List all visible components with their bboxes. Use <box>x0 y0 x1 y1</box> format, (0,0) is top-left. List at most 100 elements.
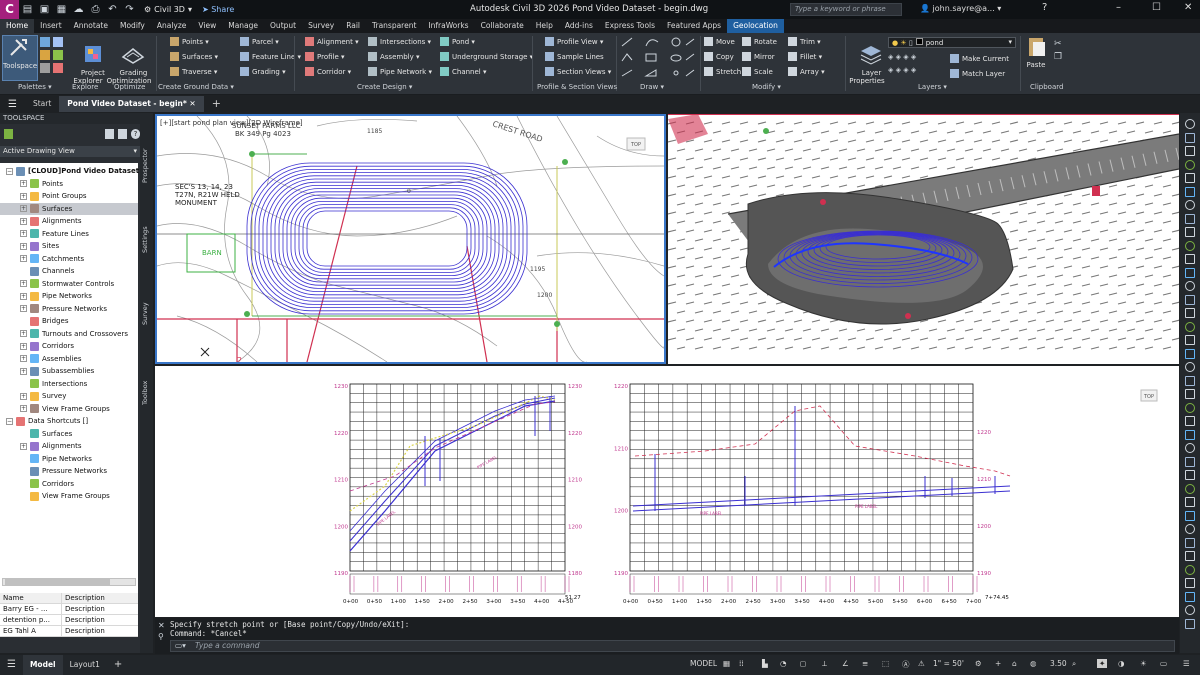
panel-layers[interactable]: Layers ▾ <box>918 83 947 91</box>
expand-icon[interactable]: + <box>20 192 27 200</box>
layers-palette-icon[interactable] <box>53 50 63 60</box>
expand-icon[interactable]: − <box>6 417 13 425</box>
toolspace-list-icon[interactable] <box>105 129 114 139</box>
tab-collaborate[interactable]: Collaborate <box>475 19 530 33</box>
nav-tool-icon[interactable] <box>1185 348 1195 359</box>
scale-button[interactable]: Scale <box>742 67 773 76</box>
plus-icon[interactable]: + <box>995 659 1001 668</box>
redo-icon[interactable]: ↷ <box>124 4 135 15</box>
stretch-button[interactable]: Stretch <box>704 67 741 76</box>
tool-palette-icon[interactable] <box>53 37 63 47</box>
expand-icon[interactable]: + <box>20 230 27 237</box>
user-account[interactable]: 👤 john.sayre@a... ▾ <box>920 4 1001 13</box>
nav-tool-icon[interactable] <box>1185 294 1195 305</box>
tab-view[interactable]: View <box>192 19 222 33</box>
make-current-button[interactable]: Make Current <box>950 54 1009 63</box>
tab-insert[interactable]: Insert <box>34 19 68 33</box>
tab-home[interactable]: Home <box>0 19 35 33</box>
panel-draw[interactable]: Draw ▾ <box>640 83 664 91</box>
monitor-icon[interactable]: ▭ <box>1160 659 1167 668</box>
nav-tool-icon[interactable] <box>1185 375 1195 386</box>
survey-point[interactable] <box>249 151 255 157</box>
ortho-icon[interactable]: ▙ <box>762 659 768 668</box>
tree-item[interactable]: + Feature Lines <box>0 228 138 240</box>
nav-tool-icon[interactable] <box>1185 578 1195 588</box>
model-space-toggle[interactable]: MODEL <box>690 659 717 668</box>
layer-prev-icon[interactable]: ◈ <box>911 66 916 74</box>
surfaces-button[interactable]: Surfaces ▾ <box>170 52 218 61</box>
expand-icon[interactable]: + <box>20 217 27 225</box>
sample-lines-button[interactable]: Sample Lines <box>545 52 604 61</box>
tree-item[interactable]: + Stormwater Controls <box>0 278 138 290</box>
open-icon[interactable]: ▤ <box>22 4 33 15</box>
nav-tool-icon[interactable] <box>1185 605 1195 615</box>
layer-merge-icon[interactable]: ◈ <box>896 66 901 74</box>
expand-icon[interactable]: + <box>20 392 27 400</box>
tree-item[interactable]: + Catchments <box>0 253 138 265</box>
tree-item[interactable]: − [CLOUD]Pond Video Dataset ... <box>0 165 150 177</box>
tab-survey[interactable]: Survey <box>141 302 149 325</box>
nav-tool-icon[interactable] <box>1185 308 1195 318</box>
expand-icon[interactable]: + <box>20 342 27 350</box>
expand-icon[interactable]: + <box>20 292 27 300</box>
trim-button[interactable]: Trim ▾ <box>788 37 821 46</box>
nav-tool-icon[interactable] <box>1185 213 1195 224</box>
expand-icon[interactable]: + <box>20 255 27 262</box>
active-drawing-view-dropdown[interactable]: Active Drawing View ▾ <box>0 146 140 157</box>
lineweight-icon[interactable]: ≡ <box>862 659 868 668</box>
tab-annotate[interactable]: Annotate <box>68 19 114 33</box>
civil3d-logo[interactable]: C <box>0 0 19 19</box>
tree-item[interactable]: +Corridors <box>0 478 138 490</box>
tab-featured-apps[interactable]: Featured Apps <box>661 19 727 33</box>
tab-modify[interactable]: Modify <box>114 19 151 33</box>
tree-item[interactable]: + Survey <box>0 390 138 402</box>
nav-tool-icon[interactable] <box>1185 591 1195 602</box>
channel-button[interactable]: Channel ▾ <box>440 67 486 76</box>
panel-explore[interactable]: Explore <box>72 83 98 91</box>
tree-horizontal-scrollbar[interactable] <box>2 578 136 586</box>
array-button[interactable]: Array ▾ <box>788 67 825 76</box>
scrollbar-thumb[interactable] <box>5 579 110 585</box>
tab-manage[interactable]: Manage <box>222 19 264 33</box>
tab-output[interactable]: Output <box>264 19 302 33</box>
expand-icon[interactable]: + <box>20 405 27 412</box>
layer-lock-icon[interactable]: ◈ <box>911 53 916 61</box>
nav-tool-icon[interactable] <box>1185 267 1195 278</box>
customize-command-icon[interactable]: ⚲ <box>158 632 164 641</box>
tab-toolbox[interactable]: Toolbox <box>141 381 149 405</box>
tree-item[interactable]: + Turnouts and Crossovers <box>0 328 138 340</box>
zoom-icon[interactable]: ⌕ <box>1072 659 1076 669</box>
active-file-tab[interactable]: Pond Video Dataset - begin* ✕ <box>59 96 204 112</box>
add-layout-button[interactable]: + <box>107 655 129 675</box>
tree-item[interactable]: +View Frame Groups <box>0 403 138 415</box>
tree-item[interactable]: + Point Groups <box>0 190 138 202</box>
tab-express-tools[interactable]: Express Tools <box>599 19 661 33</box>
corridor-button[interactable]: Corridor ▾ <box>305 67 351 76</box>
otrack-icon[interactable]: ∠ <box>842 659 849 668</box>
rotate-button[interactable]: Rotate <box>742 37 777 46</box>
expand-icon[interactable]: + <box>20 205 27 212</box>
panel-create-design[interactable]: Create Design ▾ <box>357 83 412 91</box>
feature-line-button[interactable]: Feature Line ▾ <box>240 52 301 61</box>
table-row[interactable]: Barry EG - ... Description <box>0 604 138 615</box>
expand-icon[interactable]: + <box>20 330 27 337</box>
snap-icon[interactable]: ⁞⁞ <box>739 659 744 668</box>
tree-item[interactable]: +Bridges <box>0 315 138 327</box>
nav-tool-icon[interactable] <box>1185 335 1195 345</box>
panel-clipboard[interactable]: Clipboard <box>1030 83 1063 91</box>
tab-model[interactable]: Model <box>22 655 63 675</box>
grid-icon[interactable]: ▦ <box>723 659 730 668</box>
3d-viewport[interactable] <box>668 114 1179 364</box>
tree-item[interactable]: + Alignments <box>0 215 138 227</box>
paste-button[interactable]: Paste <box>1024 35 1048 69</box>
annotation-icon[interactable]: Ⓐ <box>902 659 910 670</box>
survey-point[interactable] <box>554 321 560 327</box>
toolspace-grid-icon[interactable] <box>4 129 13 139</box>
tree-item[interactable]: +Surfaces <box>0 428 138 440</box>
expand-icon[interactable]: + <box>20 242 27 250</box>
tree-item[interactable]: + Subassemblies <box>0 365 138 377</box>
toolspace-help-icon[interactable]: ? <box>131 129 140 139</box>
tree-item[interactable]: + Sites <box>0 240 138 252</box>
underground-storage-button[interactable]: Underground Storage ▾ <box>440 52 533 61</box>
layer-iso-icon[interactable]: ◈ <box>888 53 893 61</box>
